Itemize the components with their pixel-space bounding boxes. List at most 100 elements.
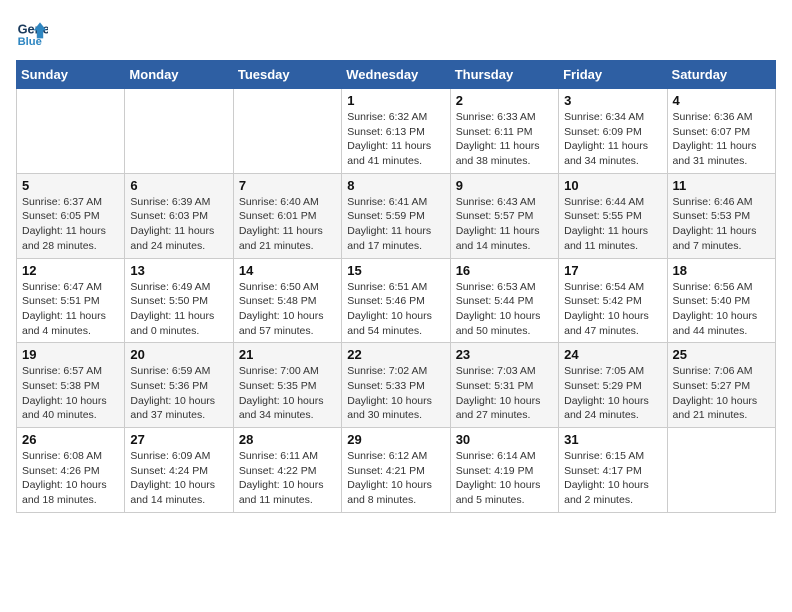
calendar-cell: 9 Sunrise: 6:43 AM Sunset: 5:57 PM Daylig… <box>450 173 558 258</box>
day-info: Sunrise: 6:56 AM Sunset: 5:40 PM Dayligh… <box>673 280 770 339</box>
day-info: Sunrise: 6:09 AM Sunset: 4:24 PM Dayligh… <box>130 449 227 508</box>
logo: General Blue <box>16 16 48 48</box>
day-info: Sunrise: 6:33 AM Sunset: 6:11 PM Dayligh… <box>456 110 553 169</box>
day-number: 11 <box>673 178 770 193</box>
day-number: 16 <box>456 263 553 278</box>
day-info: Sunrise: 7:05 AM Sunset: 5:29 PM Dayligh… <box>564 364 661 423</box>
day-info: Sunrise: 7:03 AM Sunset: 5:31 PM Dayligh… <box>456 364 553 423</box>
calendar-cell: 26 Sunrise: 6:08 AM Sunset: 4:26 PM Dayli… <box>17 428 125 513</box>
day-info: Sunrise: 6:12 AM Sunset: 4:21 PM Dayligh… <box>347 449 444 508</box>
day-number: 28 <box>239 432 336 447</box>
calendar-cell: 7 Sunrise: 6:40 AM Sunset: 6:01 PM Daylig… <box>233 173 341 258</box>
day-number: 7 <box>239 178 336 193</box>
weekday-header: Tuesday <box>233 61 341 89</box>
day-info: Sunrise: 6:47 AM Sunset: 5:51 PM Dayligh… <box>22 280 119 339</box>
page-header: General Blue <box>16 16 776 48</box>
day-number: 6 <box>130 178 227 193</box>
day-info: Sunrise: 6:54 AM Sunset: 5:42 PM Dayligh… <box>564 280 661 339</box>
calendar-header-row: SundayMondayTuesdayWednesdayThursdayFrid… <box>17 61 776 89</box>
day-number: 31 <box>564 432 661 447</box>
day-info: Sunrise: 7:02 AM Sunset: 5:33 PM Dayligh… <box>347 364 444 423</box>
day-info: Sunrise: 6:40 AM Sunset: 6:01 PM Dayligh… <box>239 195 336 254</box>
calendar-cell: 13 Sunrise: 6:49 AM Sunset: 5:50 PM Dayli… <box>125 258 233 343</box>
day-number: 15 <box>347 263 444 278</box>
calendar-table: SundayMondayTuesdayWednesdayThursdayFrid… <box>16 60 776 513</box>
day-info: Sunrise: 6:50 AM Sunset: 5:48 PM Dayligh… <box>239 280 336 339</box>
weekday-header: Thursday <box>450 61 558 89</box>
day-info: Sunrise: 6:34 AM Sunset: 6:09 PM Dayligh… <box>564 110 661 169</box>
calendar-week-row: 12 Sunrise: 6:47 AM Sunset: 5:51 PM Dayli… <box>17 258 776 343</box>
calendar-cell: 29 Sunrise: 6:12 AM Sunset: 4:21 PM Dayli… <box>342 428 450 513</box>
calendar-cell: 11Sunrise: 6:46 AM Sunset: 5:53 PM Dayli… <box>667 173 775 258</box>
calendar-cell: 3Sunrise: 6:34 AM Sunset: 6:09 PM Daylig… <box>559 89 667 174</box>
day-number: 20 <box>130 347 227 362</box>
day-number: 9 <box>456 178 553 193</box>
calendar-cell: 16 Sunrise: 6:53 AM Sunset: 5:44 PM Dayli… <box>450 258 558 343</box>
day-number: 29 <box>347 432 444 447</box>
day-number: 13 <box>130 263 227 278</box>
calendar-week-row: 1 Sunrise: 6:32 AM Sunset: 6:13 PM Daylig… <box>17 89 776 174</box>
day-number: 12 <box>22 263 119 278</box>
day-number: 30 <box>456 432 553 447</box>
calendar-cell: 1 Sunrise: 6:32 AM Sunset: 6:13 PM Daylig… <box>342 89 450 174</box>
day-info: Sunrise: 6:36 AM Sunset: 6:07 PM Dayligh… <box>673 110 770 169</box>
day-info: Sunrise: 6:44 AM Sunset: 5:55 PM Dayligh… <box>564 195 661 254</box>
calendar-cell: 14 Sunrise: 6:50 AM Sunset: 5:48 PM Dayli… <box>233 258 341 343</box>
day-number: 10 <box>564 178 661 193</box>
calendar-cell: 15 Sunrise: 6:51 AM Sunset: 5:46 PM Dayli… <box>342 258 450 343</box>
day-info: Sunrise: 6:39 AM Sunset: 6:03 PM Dayligh… <box>130 195 227 254</box>
calendar-cell: 10 Sunrise: 6:44 AM Sunset: 5:55 PM Dayli… <box>559 173 667 258</box>
calendar-cell: 21 Sunrise: 7:00 AM Sunset: 5:35 PM Dayli… <box>233 343 341 428</box>
day-number: 14 <box>239 263 336 278</box>
calendar-cell: 8 Sunrise: 6:41 AM Sunset: 5:59 PM Daylig… <box>342 173 450 258</box>
calendar-cell: 17 Sunrise: 6:54 AM Sunset: 5:42 PM Dayli… <box>559 258 667 343</box>
calendar-cell: 25Sunrise: 7:06 AM Sunset: 5:27 PM Dayli… <box>667 343 775 428</box>
day-info: Sunrise: 6:41 AM Sunset: 5:59 PM Dayligh… <box>347 195 444 254</box>
day-info: Sunrise: 6:53 AM Sunset: 5:44 PM Dayligh… <box>456 280 553 339</box>
calendar-week-row: 26 Sunrise: 6:08 AM Sunset: 4:26 PM Dayli… <box>17 428 776 513</box>
day-number: 24 <box>564 347 661 362</box>
day-number: 8 <box>347 178 444 193</box>
weekday-header: Monday <box>125 61 233 89</box>
day-number: 4 <box>673 93 770 108</box>
calendar-cell <box>233 89 341 174</box>
calendar-cell: 20 Sunrise: 6:59 AM Sunset: 5:36 PM Dayli… <box>125 343 233 428</box>
weekday-header: Wednesday <box>342 61 450 89</box>
day-info: Sunrise: 6:32 AM Sunset: 6:13 PM Dayligh… <box>347 110 444 169</box>
calendar-cell: 12 Sunrise: 6:47 AM Sunset: 5:51 PM Dayli… <box>17 258 125 343</box>
calendar-cell <box>17 89 125 174</box>
calendar-cell: 19Sunrise: 6:57 AM Sunset: 5:38 PM Dayli… <box>17 343 125 428</box>
day-number: 22 <box>347 347 444 362</box>
calendar-cell: 2 Sunrise: 6:33 AM Sunset: 6:11 PM Daylig… <box>450 89 558 174</box>
day-number: 5 <box>22 178 119 193</box>
day-info: Sunrise: 6:49 AM Sunset: 5:50 PM Dayligh… <box>130 280 227 339</box>
day-number: 18 <box>673 263 770 278</box>
calendar-cell: 31 Sunrise: 6:15 AM Sunset: 4:17 PM Dayli… <box>559 428 667 513</box>
weekday-header: Saturday <box>667 61 775 89</box>
calendar-cell: 5 Sunrise: 6:37 AM Sunset: 6:05 PM Daylig… <box>17 173 125 258</box>
calendar-cell <box>667 428 775 513</box>
day-number: 17 <box>564 263 661 278</box>
day-number: 2 <box>456 93 553 108</box>
day-info: Sunrise: 6:08 AM Sunset: 4:26 PM Dayligh… <box>22 449 119 508</box>
day-info: Sunrise: 6:43 AM Sunset: 5:57 PM Dayligh… <box>456 195 553 254</box>
calendar-cell: 22 Sunrise: 7:02 AM Sunset: 5:33 PM Dayli… <box>342 343 450 428</box>
calendar-cell <box>125 89 233 174</box>
calendar-cell: 18 Sunrise: 6:56 AM Sunset: 5:40 PM Dayli… <box>667 258 775 343</box>
day-number: 21 <box>239 347 336 362</box>
calendar-cell: 6 Sunrise: 6:39 AM Sunset: 6:03 PM Daylig… <box>125 173 233 258</box>
day-info: Sunrise: 6:51 AM Sunset: 5:46 PM Dayligh… <box>347 280 444 339</box>
day-number: 1 <box>347 93 444 108</box>
day-info: Sunrise: 6:37 AM Sunset: 6:05 PM Dayligh… <box>22 195 119 254</box>
calendar-cell: 4 Sunrise: 6:36 AM Sunset: 6:07 PM Daylig… <box>667 89 775 174</box>
day-number: 19 <box>22 347 119 362</box>
weekday-header: Friday <box>559 61 667 89</box>
day-number: 26 <box>22 432 119 447</box>
calendar-week-row: 5 Sunrise: 6:37 AM Sunset: 6:05 PM Daylig… <box>17 173 776 258</box>
day-info: Sunrise: 6:59 AM Sunset: 5:36 PM Dayligh… <box>130 364 227 423</box>
day-info: Sunrise: 6:11 AM Sunset: 4:22 PM Dayligh… <box>239 449 336 508</box>
day-info: Sunrise: 7:00 AM Sunset: 5:35 PM Dayligh… <box>239 364 336 423</box>
calendar-cell: 30Sunrise: 6:14 AM Sunset: 4:19 PM Dayli… <box>450 428 558 513</box>
day-info: Sunrise: 6:15 AM Sunset: 4:17 PM Dayligh… <box>564 449 661 508</box>
day-number: 27 <box>130 432 227 447</box>
